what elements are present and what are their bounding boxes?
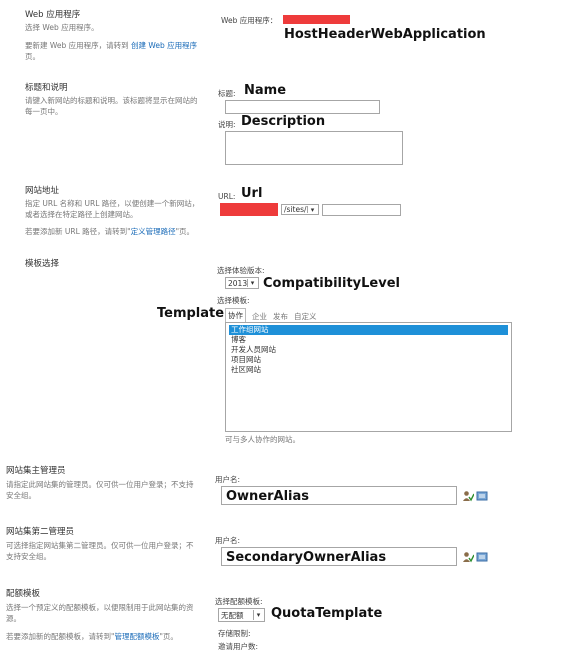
title-label: 标题: [218, 89, 236, 98]
template-section-title: 模板选择 [25, 259, 60, 269]
list-item[interactable]: 工作组网站 [229, 325, 508, 335]
version-overlay-label: CompatibilityLevel [263, 276, 400, 291]
url-name-input[interactable] [322, 204, 401, 216]
web-app-note-suffix: 页。 [25, 52, 40, 61]
redacted-url-host [220, 203, 278, 216]
create-web-app-link[interactable]: 创建 Web 应用程序 [131, 41, 197, 50]
site-address-note: 若要添加新 URL 路径，请转到"定义管理路径"页。 [25, 226, 205, 237]
description-label: 说明: [218, 120, 236, 129]
web-app-section-title: Web 应用程序 [25, 10, 81, 20]
check-names-icon[interactable] [462, 490, 475, 504]
description-textarea[interactable] [225, 131, 403, 165]
primary-admin-user-label: 用户名: [215, 475, 241, 484]
tab-publishing[interactable]: 发布 [273, 311, 288, 322]
web-app-note-prefix: 要新建 Web 应用程序，请转到 [25, 41, 129, 50]
address-book-icon[interactable] [476, 490, 488, 504]
version-label: 选择体验版本: [217, 266, 265, 275]
site-address-note-suffix: "页。 [175, 227, 195, 236]
template-listbox[interactable]: 工作组网站 博客 开发人员网站 项目网站 社区网站 [225, 322, 512, 432]
list-item[interactable]: 社区网站 [229, 365, 508, 375]
manage-quota-templates-link[interactable]: 管理配额模板 [114, 632, 159, 641]
chevron-down-icon: ▾ [307, 206, 317, 214]
list-item[interactable]: 项目网站 [229, 355, 508, 365]
title-desc-section-title: 标题和说明 [25, 83, 68, 93]
quota-description: 选择一个预定义的配额模板，以便限制用于此网站集的资源。 [6, 603, 194, 623]
web-app-field-label: Web 应用程序： [221, 16, 278, 25]
invite-users-label: 邀请用户数: [218, 642, 259, 651]
primary-admin-value: OwnerAlias [226, 489, 310, 504]
title-input[interactable] [225, 100, 380, 114]
primary-admin-input[interactable]: OwnerAlias [221, 486, 457, 505]
url-overlay-label: Url [241, 186, 263, 201]
managed-path-value: /sites/ [284, 205, 307, 214]
list-item[interactable]: 开发人员网站 [229, 345, 508, 355]
experience-version-select[interactable]: 2013 ▾ [225, 277, 259, 289]
url-label: URL: [218, 192, 236, 201]
primary-admin-description: 请指定此网站集的管理员。仅可供一位用户登录；不支持安全组。 [6, 480, 194, 500]
secondary-admin-value: SecondaryOwnerAlias [226, 550, 387, 565]
quota-note-suffix: "页。 [159, 632, 178, 641]
template-select-label: 选择模板: [217, 296, 250, 305]
quota-section-title: 配额模板 [6, 589, 41, 599]
managed-path-select[interactable]: /sites/ ▾ [281, 204, 319, 215]
tab-collaboration[interactable]: 协作 [225, 308, 246, 322]
chevron-down-icon: ▾ [253, 610, 263, 620]
quota-overlay-label: QuotaTemplate [271, 606, 383, 621]
storage-limit-label: 存储限制: [218, 629, 251, 638]
quota-template-value: 无配额 [221, 610, 244, 620]
quota-select-label: 选择配额模板: [215, 597, 263, 606]
site-address-section-title: 网站地址 [25, 186, 60, 196]
chevron-down-icon: ▾ [247, 279, 257, 287]
site-address-description: 指定 URL 名称和 URL 路径，以便创建一个新网站，或者选择在特定路径上创建… [25, 199, 200, 219]
title-desc-description: 请键入新网站的标题和说明。该标题将显示在网站的每一页中。 [25, 96, 198, 116]
secondary-admin-section-title: 网站集第二管理员 [6, 527, 75, 537]
template-tabs: 协作 企业 发布 自定义 [225, 308, 345, 322]
experience-version-value: 2013 [228, 278, 248, 288]
template-caption: 可与多人协作的网站。 [225, 435, 300, 444]
tab-enterprise[interactable]: 企业 [252, 311, 267, 322]
site-address-note-prefix: 若要添加新 URL 路径，请转到" [25, 227, 131, 236]
quota-note-prefix: 若要添加新的配额模板，请转到" [6, 632, 115, 641]
redacted-web-app-value [283, 15, 350, 24]
template-overlay-label: Template [157, 306, 225, 321]
web-app-note: 要新建 Web 应用程序，请转到 创建 Web 应用程序页。 [25, 40, 205, 62]
web-app-description: 选择 Web 应用程序。 [25, 23, 99, 32]
check-names-icon[interactable] [462, 551, 475, 565]
quota-note: 若要添加新的配额模板，请转到"管理配额模板"页。 [6, 631, 206, 642]
secondary-admin-description: 可选择指定网站集第二管理员。仅可供一位用户登录；不支持安全组。 [6, 541, 194, 561]
description-overlay-label: Description [241, 114, 326, 129]
define-managed-paths-link[interactable]: 定义管理路径 [131, 227, 176, 236]
secondary-admin-input[interactable]: SecondaryOwnerAlias [221, 547, 457, 566]
title-overlay-label: Name [244, 83, 287, 98]
quota-template-select[interactable]: 无配额 ▾ [218, 608, 265, 622]
tab-custom[interactable]: 自定义 [294, 311, 317, 322]
address-book-icon[interactable] [476, 551, 488, 565]
primary-admin-section-title: 网站集主管理员 [6, 466, 66, 476]
secondary-admin-user-label: 用户名: [215, 536, 241, 545]
list-item[interactable]: 博客 [229, 335, 508, 345]
web-app-overlay-label: HostHeaderWebApplication [284, 27, 486, 42]
